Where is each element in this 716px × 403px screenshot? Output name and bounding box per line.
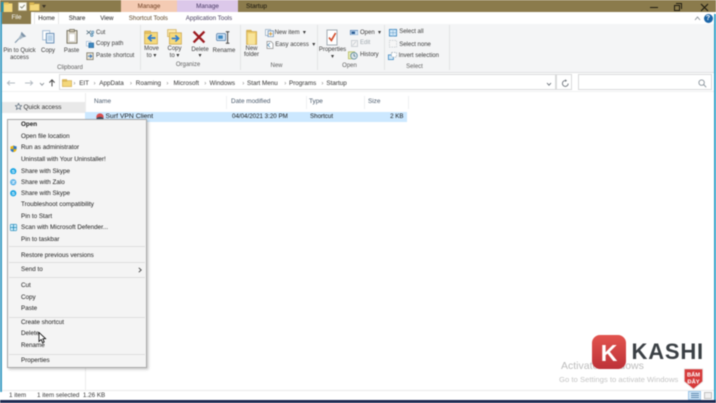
- svg-text:BẤM: BẤM: [687, 371, 700, 378]
- svg-text:ĐÂY: ĐÂY: [687, 378, 699, 385]
